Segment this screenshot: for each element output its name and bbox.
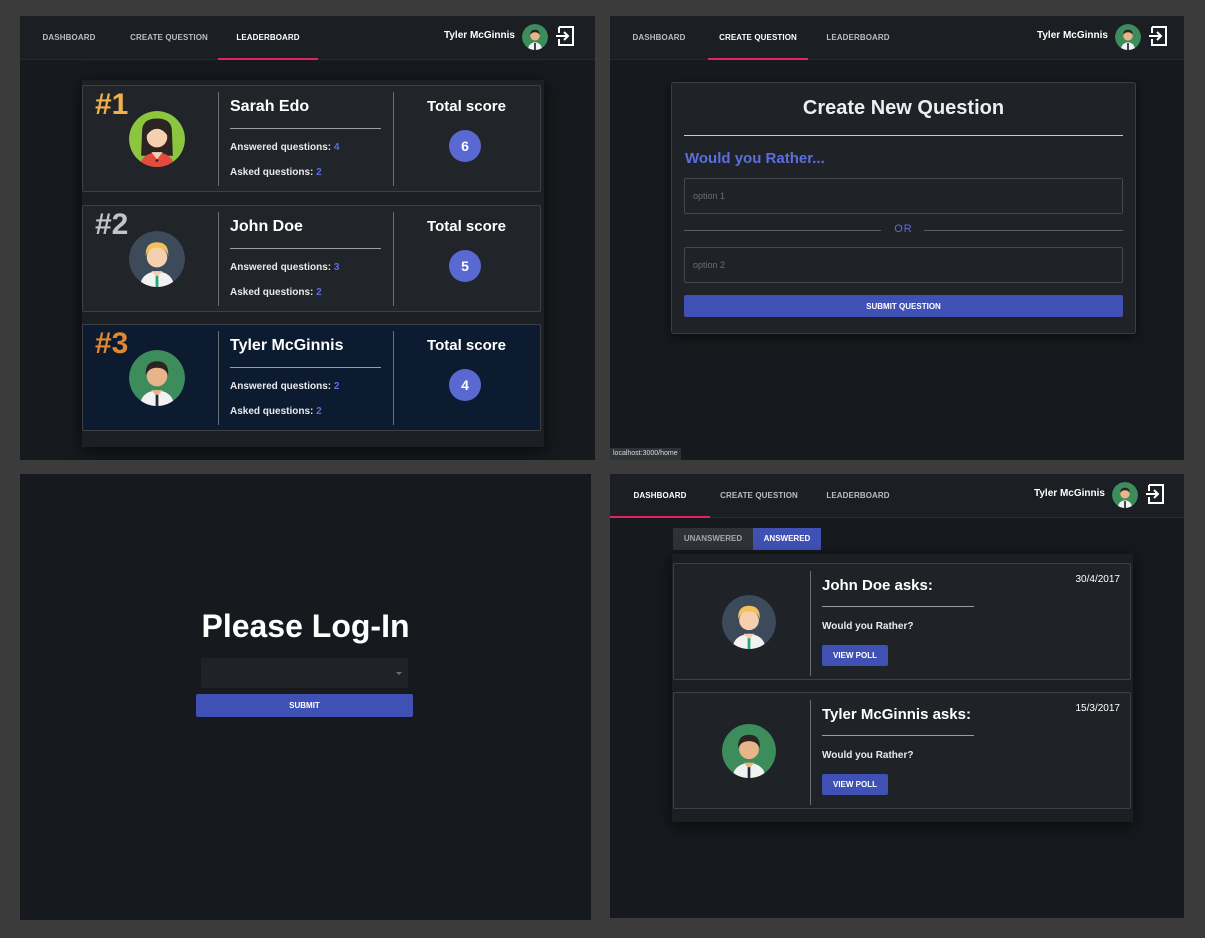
divider [218,92,219,186]
divider [218,212,219,306]
leaderboard-entry: #2 John Doe Answered questions: 3 Asked … [82,205,541,312]
submit-question-button[interactable]: SUBMIT QUESTION [684,295,1123,317]
divider [230,367,381,368]
view-poll-button[interactable]: VIEW POLL [822,645,888,666]
divider [810,571,811,676]
or-separator: OR [894,223,913,235]
answered-stat: Answered questions: 3 [230,262,340,273]
total-score-label: Total score [427,337,506,354]
option-one-input[interactable] [684,178,1123,214]
logout-icon[interactable] [1145,483,1167,505]
tab-create-question[interactable]: CREATE QUESTION [708,16,808,60]
user-name: Tyler McGinnis [444,30,515,41]
tab-leaderboard[interactable]: LEADERBOARD [218,16,318,60]
top-nav: DASHBOARD CREATE QUESTION LEADERBOARD Ty… [610,474,1184,518]
blond-male-avatar-icon [722,595,776,649]
create-question-view: DASHBOARD CREATE QUESTION LEADERBOARD Ty… [610,16,1184,460]
top-nav: DASHBOARD CREATE QUESTION LEADERBOARD Ty… [20,16,595,60]
poll-date: 30/4/2017 [1075,574,1121,585]
poll-question: Would you Rather? [822,621,914,632]
leaderboard-entry-current-user: #3 Tyler McGinnis Answered questions: 2 … [82,324,541,431]
rank-label: #1 [95,88,129,121]
leaderboard-entry: #1 Sarah Edo Answered questions: 4 Asked… [82,85,541,192]
total-score-label: Total score [427,98,506,115]
asked-stat: Asked questions: 2 [230,406,322,417]
divider [230,128,381,129]
view-poll-button[interactable]: VIEW POLL [822,774,888,795]
tab-dashboard[interactable]: DASHBOARD [620,16,698,60]
answered-stat: Answered questions: 2 [230,381,340,392]
leaderboard-list: #1 Sarah Edo Answered questions: 4 Asked… [82,80,544,447]
chevron-down-icon [396,672,402,675]
user-name: Tyler McGinnis [1037,30,1108,41]
score-badge: 6 [449,130,481,162]
rank-label: #3 [95,327,129,360]
divider [218,331,219,425]
asked-stat: Asked questions: 2 [230,287,322,298]
leaderboard-view: DASHBOARD CREATE QUESTION LEADERBOARD Ty… [20,16,595,460]
user-avatar-icon [522,24,548,50]
tab-leaderboard[interactable]: LEADERBOARD [818,16,898,60]
page-title: Create New Question [802,97,1005,119]
user-select[interactable] [201,658,408,688]
dark-hair-male-avatar-icon [129,350,185,406]
divider [684,135,1123,136]
logout-icon[interactable] [555,25,577,47]
option-two-input[interactable] [684,247,1123,283]
would-you-rather-subtitle: Would you Rather... [685,150,825,167]
player-name: John Doe [230,218,303,235]
user-name: Tyler McGinnis [1034,488,1105,499]
tab-leaderboard[interactable]: LEADERBOARD [818,474,898,518]
active-tab-indicator [610,516,710,518]
score-badge: 5 [449,250,481,282]
create-question-card: Create New Question Would you Rather... … [671,82,1136,334]
score-badge: 4 [449,369,481,401]
divider [924,230,1123,231]
divider [810,700,811,805]
rank-label: #2 [95,208,129,241]
dashboard-view: DASHBOARD CREATE QUESTION LEADERBOARD Ty… [610,474,1184,918]
asker-name: Tyler McGinnis asks: [822,706,971,723]
top-nav: DASHBOARD CREATE QUESTION LEADERBOARD Ty… [610,16,1184,60]
asked-stat: Asked questions: 2 [230,167,322,178]
player-name: Sarah Edo [230,98,310,115]
female-avatar-icon [129,111,185,167]
poll-card: Tyler McGinnis asks: Would you Rather? 1… [673,692,1131,809]
tab-dashboard[interactable]: DASHBOARD [610,474,710,518]
divider [822,606,974,607]
login-submit-button[interactable]: SUBMIT [196,694,413,717]
status-bar-url: localhost:3000/home [610,448,681,460]
user-avatar-icon [1115,24,1141,50]
divider [822,735,974,736]
active-tab-indicator [218,58,318,60]
logout-icon[interactable] [1148,25,1170,47]
login-title: Please Log-In [201,608,410,644]
poll-question: Would you Rather? [822,750,914,761]
toggle-unanswered[interactable]: UNANSWERED [673,528,753,550]
poll-date: 15/3/2017 [1075,703,1121,714]
toggle-answered[interactable]: ANSWERED [753,528,821,550]
dark-hair-male-avatar-icon [722,724,776,778]
asker-name: John Doe asks: [822,577,933,594]
total-score-label: Total score [427,218,506,235]
divider [230,248,381,249]
answered-stat: Answered questions: 4 [230,142,340,153]
tab-create-question[interactable]: CREATE QUESTION [710,474,808,518]
active-tab-indicator [708,58,808,60]
blond-male-avatar-icon [129,231,185,287]
login-view: Please Log-In SUBMIT [20,474,591,920]
poll-card: John Doe asks: Would you Rather? 30/4/20… [673,563,1131,680]
tab-create-question[interactable]: CREATE QUESTION [120,16,218,60]
player-name: Tyler McGinnis [230,337,344,354]
user-avatar-icon [1112,482,1138,508]
tab-dashboard[interactable]: DASHBOARD [30,16,108,60]
poll-list: John Doe asks: Would you Rather? 30/4/20… [672,554,1133,822]
